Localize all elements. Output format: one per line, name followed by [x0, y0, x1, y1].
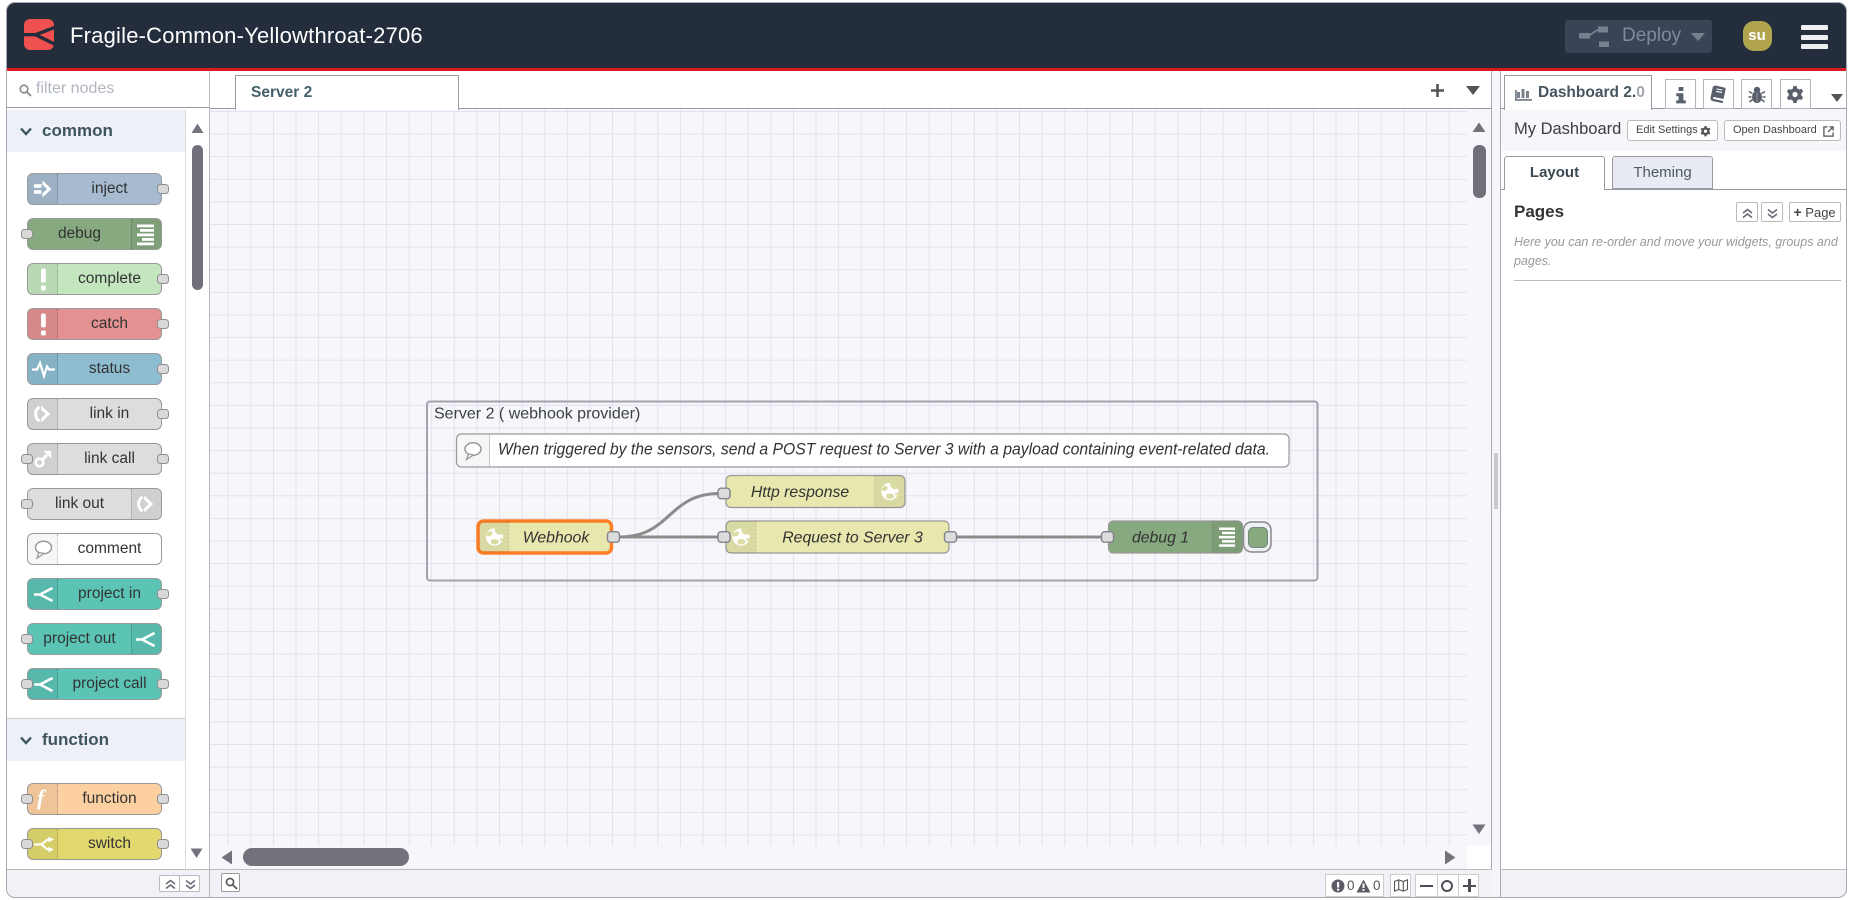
- svg-text:Webhook: Webhook: [523, 530, 591, 547]
- svg-text:Http response: Http response: [751, 484, 850, 501]
- svg-text:When triggered by the sensors,: When triggered by the sensors, send a PO…: [498, 441, 1270, 459]
- svg-text:Server 2 ( webhook provider): Server 2 ( webhook provider): [434, 406, 640, 423]
- svg-text:debug 1: debug 1: [1132, 530, 1189, 547]
- svg-text:Request to Server 3: Request to Server 3: [782, 530, 923, 547]
